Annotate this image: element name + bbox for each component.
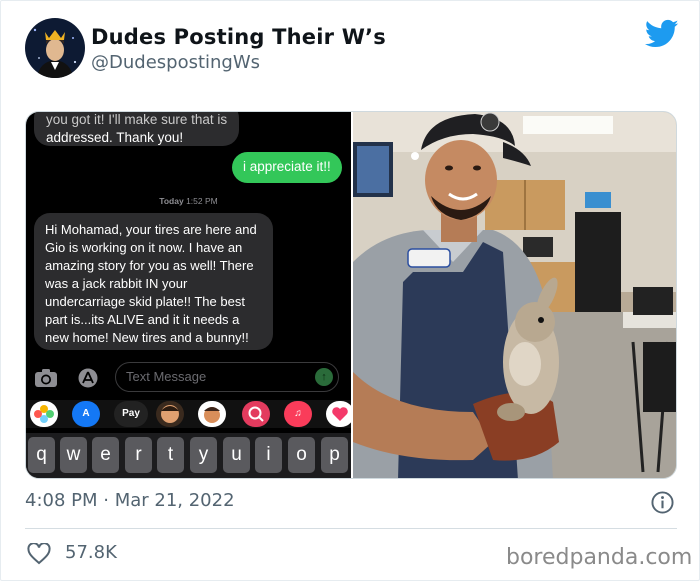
key-p[interactable]: p bbox=[321, 437, 348, 473]
key-y[interactable]: y bbox=[190, 437, 217, 473]
tweet-card: Dudes Posting Their W’s @DudespostingWs … bbox=[0, 0, 700, 581]
memoji-stickers-icon[interactable] bbox=[198, 401, 226, 427]
key-o[interactable]: o bbox=[288, 437, 315, 473]
key-q[interactable]: q bbox=[28, 437, 55, 473]
avatar-image bbox=[25, 18, 85, 78]
key-i[interactable]: i bbox=[255, 437, 282, 473]
send-arrow-icon[interactable]: ↑ bbox=[315, 368, 333, 386]
timestamp-time: 1:52 PM bbox=[186, 196, 218, 206]
timestamp-day: Today bbox=[159, 196, 184, 206]
author-name[interactable]: Dudes Posting Their W’s bbox=[91, 25, 386, 49]
digital-touch-icon[interactable] bbox=[326, 401, 351, 427]
photo-illustration bbox=[353, 112, 676, 478]
text-field-placeholder: Text Message bbox=[126, 369, 207, 384]
message-input-row: Text Message ↑ bbox=[26, 362, 351, 394]
incoming-message-long: Hi Mohamad, your tires are here and Gio … bbox=[34, 213, 273, 350]
divider bbox=[25, 528, 677, 529]
tweet-media[interactable]: you got it! I'll make sure that is addre… bbox=[25, 111, 677, 479]
app-store-app-icon[interactable]: A bbox=[72, 401, 100, 427]
message-text-field[interactable]: Text Message ↑ bbox=[115, 362, 339, 392]
app-store-icon[interactable] bbox=[76, 368, 100, 388]
twitter-bird-icon[interactable] bbox=[645, 19, 679, 49]
imessage-screenshot: you got it! I'll make sure that is addre… bbox=[26, 112, 351, 478]
photo-man-with-bunny bbox=[353, 112, 676, 478]
keyboard-row: q w e r t y u i o p bbox=[26, 433, 351, 478]
message-text: addressed. Thank you! bbox=[46, 130, 184, 145]
author-handle[interactable]: @DudespostingWs bbox=[91, 52, 260, 73]
imessage-app-drawer: A Pay ♫ bbox=[26, 400, 351, 428]
heart-icon[interactable] bbox=[27, 543, 51, 565]
key-r[interactable]: r bbox=[125, 437, 152, 473]
outgoing-message: i appreciate it!! bbox=[232, 152, 342, 183]
incoming-message: you got it! I'll make sure that is addre… bbox=[34, 112, 239, 146]
key-e[interactable]: e bbox=[92, 437, 119, 473]
images-search-icon[interactable] bbox=[242, 401, 270, 427]
memoji-icon[interactable] bbox=[156, 401, 184, 427]
apple-pay-icon[interactable]: Pay bbox=[114, 401, 148, 427]
key-t[interactable]: t bbox=[157, 437, 184, 473]
avatar[interactable] bbox=[25, 18, 85, 78]
like-count[interactable]: 57.8K bbox=[65, 542, 117, 563]
music-icon[interactable]: ♫ bbox=[284, 401, 312, 427]
key-u[interactable]: u bbox=[223, 437, 250, 473]
camera-icon[interactable] bbox=[34, 368, 58, 388]
key-w[interactable]: w bbox=[60, 437, 87, 473]
tweet-timestamp[interactable]: 4:08 PM · Mar 21, 2022 bbox=[25, 490, 235, 511]
message-timestamp: Today 1:52 PM bbox=[26, 196, 351, 206]
apple-pay-label: Pay bbox=[122, 408, 140, 419]
info-circle-icon[interactable] bbox=[651, 491, 674, 514]
watermark: boredpanda.com bbox=[506, 545, 693, 570]
message-cut-text: you got it! I'll make sure that is bbox=[46, 112, 228, 127]
photos-app-icon[interactable] bbox=[30, 401, 58, 427]
